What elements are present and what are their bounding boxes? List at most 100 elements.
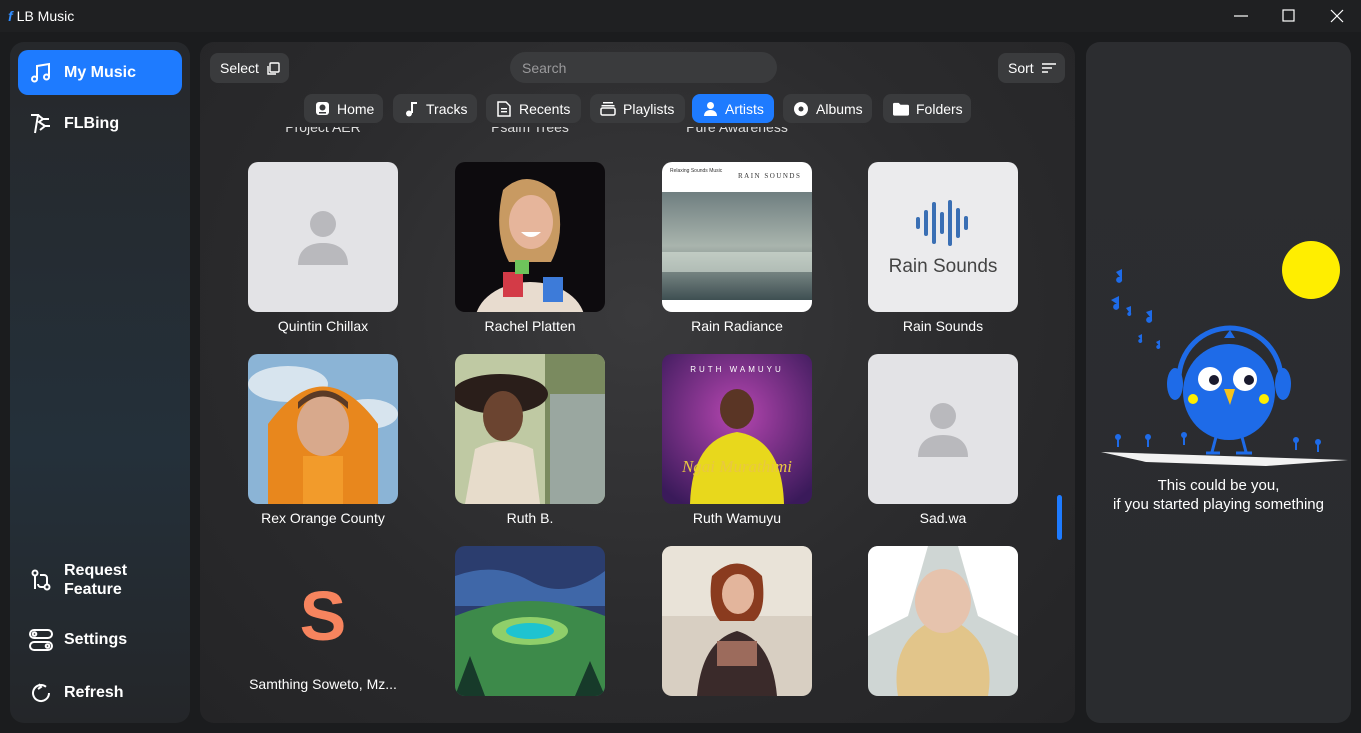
- artist-card[interactable]: [662, 546, 812, 696]
- artist-name: Rex Orange County: [261, 510, 385, 526]
- sidebar-item-refresh[interactable]: Refresh: [18, 670, 182, 715]
- artist-photo: [248, 354, 398, 504]
- artist-photo: [662, 546, 812, 696]
- empty-state-message: This could be you, if you started playin…: [1086, 476, 1351, 514]
- sidebar-item-label: My Music: [64, 63, 137, 81]
- artist-name: Ruth Wamuyu: [692, 510, 782, 526]
- logo-text: Rain Sounds: [889, 256, 998, 277]
- sidebar-item-my-music[interactable]: My Music: [18, 50, 182, 95]
- artist-name: Ruth B.: [506, 510, 554, 526]
- artist-photo: [868, 546, 1018, 696]
- close-icon: [1330, 9, 1344, 23]
- tab-albums[interactable]: Albums: [783, 94, 872, 123]
- tab-tracks[interactable]: Tracks: [393, 94, 477, 123]
- artist-card[interactable]: Rain Sounds Rain Sounds: [868, 162, 1018, 334]
- artist-card[interactable]: [868, 546, 1018, 696]
- artist-letter-avatar: S: [248, 566, 398, 666]
- cover-text: Relaxing Sounds Music: [670, 168, 723, 174]
- artist-placeholder-icon: [868, 354, 1018, 504]
- cover-text: RUTH WAMUYU: [690, 365, 784, 374]
- artist-photo: [455, 546, 605, 696]
- artist-card[interactable]: Relaxing Sounds Music RAIN SOUNDS Rain R…: [662, 162, 812, 334]
- main-panel: Select Sort Home Tracks Recents Playlist…: [200, 42, 1075, 723]
- music-note-icon: [403, 101, 419, 117]
- artist-name: Quintin Chillax: [277, 318, 369, 334]
- sound-wave-icon: Rain Sounds: [889, 200, 998, 277]
- artist-name: Samthing Soweto, Mz...: [249, 676, 397, 692]
- artist-placeholder-icon: [248, 162, 398, 312]
- artist-card[interactable]: Rex Orange County: [248, 354, 398, 526]
- sun-icon: [1282, 241, 1340, 299]
- tab-artists[interactable]: Artists: [692, 94, 774, 123]
- tab-playlists[interactable]: Playlists: [590, 94, 685, 123]
- folder-icon: [893, 101, 909, 117]
- cover-text: RAIN SOUNDS: [738, 172, 801, 180]
- sidebar-item-request-feature[interactable]: Request Feature: [18, 557, 182, 602]
- artist-name: Rain Radiance: [691, 318, 783, 334]
- minimize-button[interactable]: [1217, 0, 1265, 32]
- scrollbar-thumb[interactable]: [1057, 495, 1062, 540]
- sidebar-item-label: Settings: [64, 630, 128, 648]
- tab-label: Playlists: [623, 100, 675, 117]
- tab-home[interactable]: Home: [304, 94, 383, 123]
- artist-name: Rachel Platten: [484, 318, 576, 334]
- album-cover: RUTH WAMUYU Ngai Murathimi: [662, 354, 812, 504]
- artist-card[interactable]: Sad.wa: [868, 354, 1018, 526]
- minimize-icon: [1234, 15, 1248, 17]
- playlist-icon: [600, 101, 616, 117]
- sidebar-item-label: Refresh: [64, 683, 124, 701]
- artist-name: Sad.wa: [919, 510, 967, 526]
- sidebar: My Music FLBing Request Feature Settings…: [10, 42, 190, 723]
- tab-folders[interactable]: Folders: [883, 94, 971, 123]
- request-feature-icon: [28, 567, 54, 593]
- sort-button[interactable]: Sort: [998, 53, 1065, 83]
- artist-logo: Rain Sounds: [868, 162, 1018, 312]
- search-input[interactable]: [510, 52, 777, 83]
- tab-recents[interactable]: Recents: [486, 94, 581, 123]
- cover-text: Ngai Murathimi: [681, 457, 792, 476]
- artist-photo: [455, 162, 605, 312]
- tab-label: Home: [337, 100, 375, 117]
- artist-card[interactable]: RUTH WAMUYU Ngai Murathimi Ruth Wamuyu: [662, 354, 812, 526]
- artist-card[interactable]: Quintin Chillax: [248, 162, 398, 334]
- avatar-letter: S: [299, 577, 347, 655]
- document-icon: [496, 100, 512, 117]
- settings-toggle-icon: [28, 627, 54, 653]
- app-title: LB Music: [16, 8, 75, 24]
- artist-card[interactable]: S Samthing Soweto, Mz...: [248, 546, 398, 692]
- now-playing-panel: This could be you, if you started playin…: [1086, 42, 1351, 723]
- music-note-icon: [28, 60, 54, 86]
- sidebar-item-settings[interactable]: Settings: [18, 617, 182, 662]
- sidebar-item-flbing[interactable]: FLBing: [18, 101, 182, 146]
- refresh-icon: [28, 680, 54, 706]
- maximize-icon: [1282, 9, 1295, 22]
- artist-card[interactable]: Rachel Platten: [455, 162, 605, 334]
- sidebar-item-label: Request: [64, 561, 128, 579]
- sort-label: Sort: [1008, 60, 1034, 76]
- tab-label: Albums: [816, 100, 863, 117]
- flbing-icon: [28, 111, 54, 137]
- artist-name: Psalm Trees: [491, 127, 569, 135]
- sidebar-item-label: Feature: [64, 580, 122, 598]
- select-button[interactable]: Select: [210, 53, 289, 83]
- artist-name: Pure Awareness: [686, 127, 788, 135]
- empty-state-line: if you started playing something: [1113, 496, 1324, 513]
- tab-label: Tracks: [426, 100, 468, 117]
- sort-icon: [1041, 63, 1056, 73]
- music-bird-illustration: [1101, 241, 1348, 466]
- artist-name: Rain Sounds: [902, 318, 984, 334]
- app-logo: f: [8, 8, 13, 24]
- select-multiple-icon: [267, 61, 280, 75]
- tab-label: Artists: [725, 100, 764, 117]
- close-button[interactable]: [1313, 0, 1361, 32]
- sidebar-item-label: FLBing: [64, 114, 120, 132]
- tab-label: Folders: [916, 100, 963, 117]
- select-label: Select: [220, 60, 259, 76]
- artist-card[interactable]: [455, 546, 605, 696]
- album-cover: Relaxing Sounds Music RAIN SOUNDS: [662, 162, 812, 312]
- artist-card[interactable]: Ruth B.: [455, 354, 605, 526]
- disc-icon: [793, 101, 809, 117]
- empty-state-line: This could be you,: [1157, 477, 1280, 494]
- person-icon: [702, 101, 718, 117]
- maximize-button[interactable]: [1265, 0, 1313, 32]
